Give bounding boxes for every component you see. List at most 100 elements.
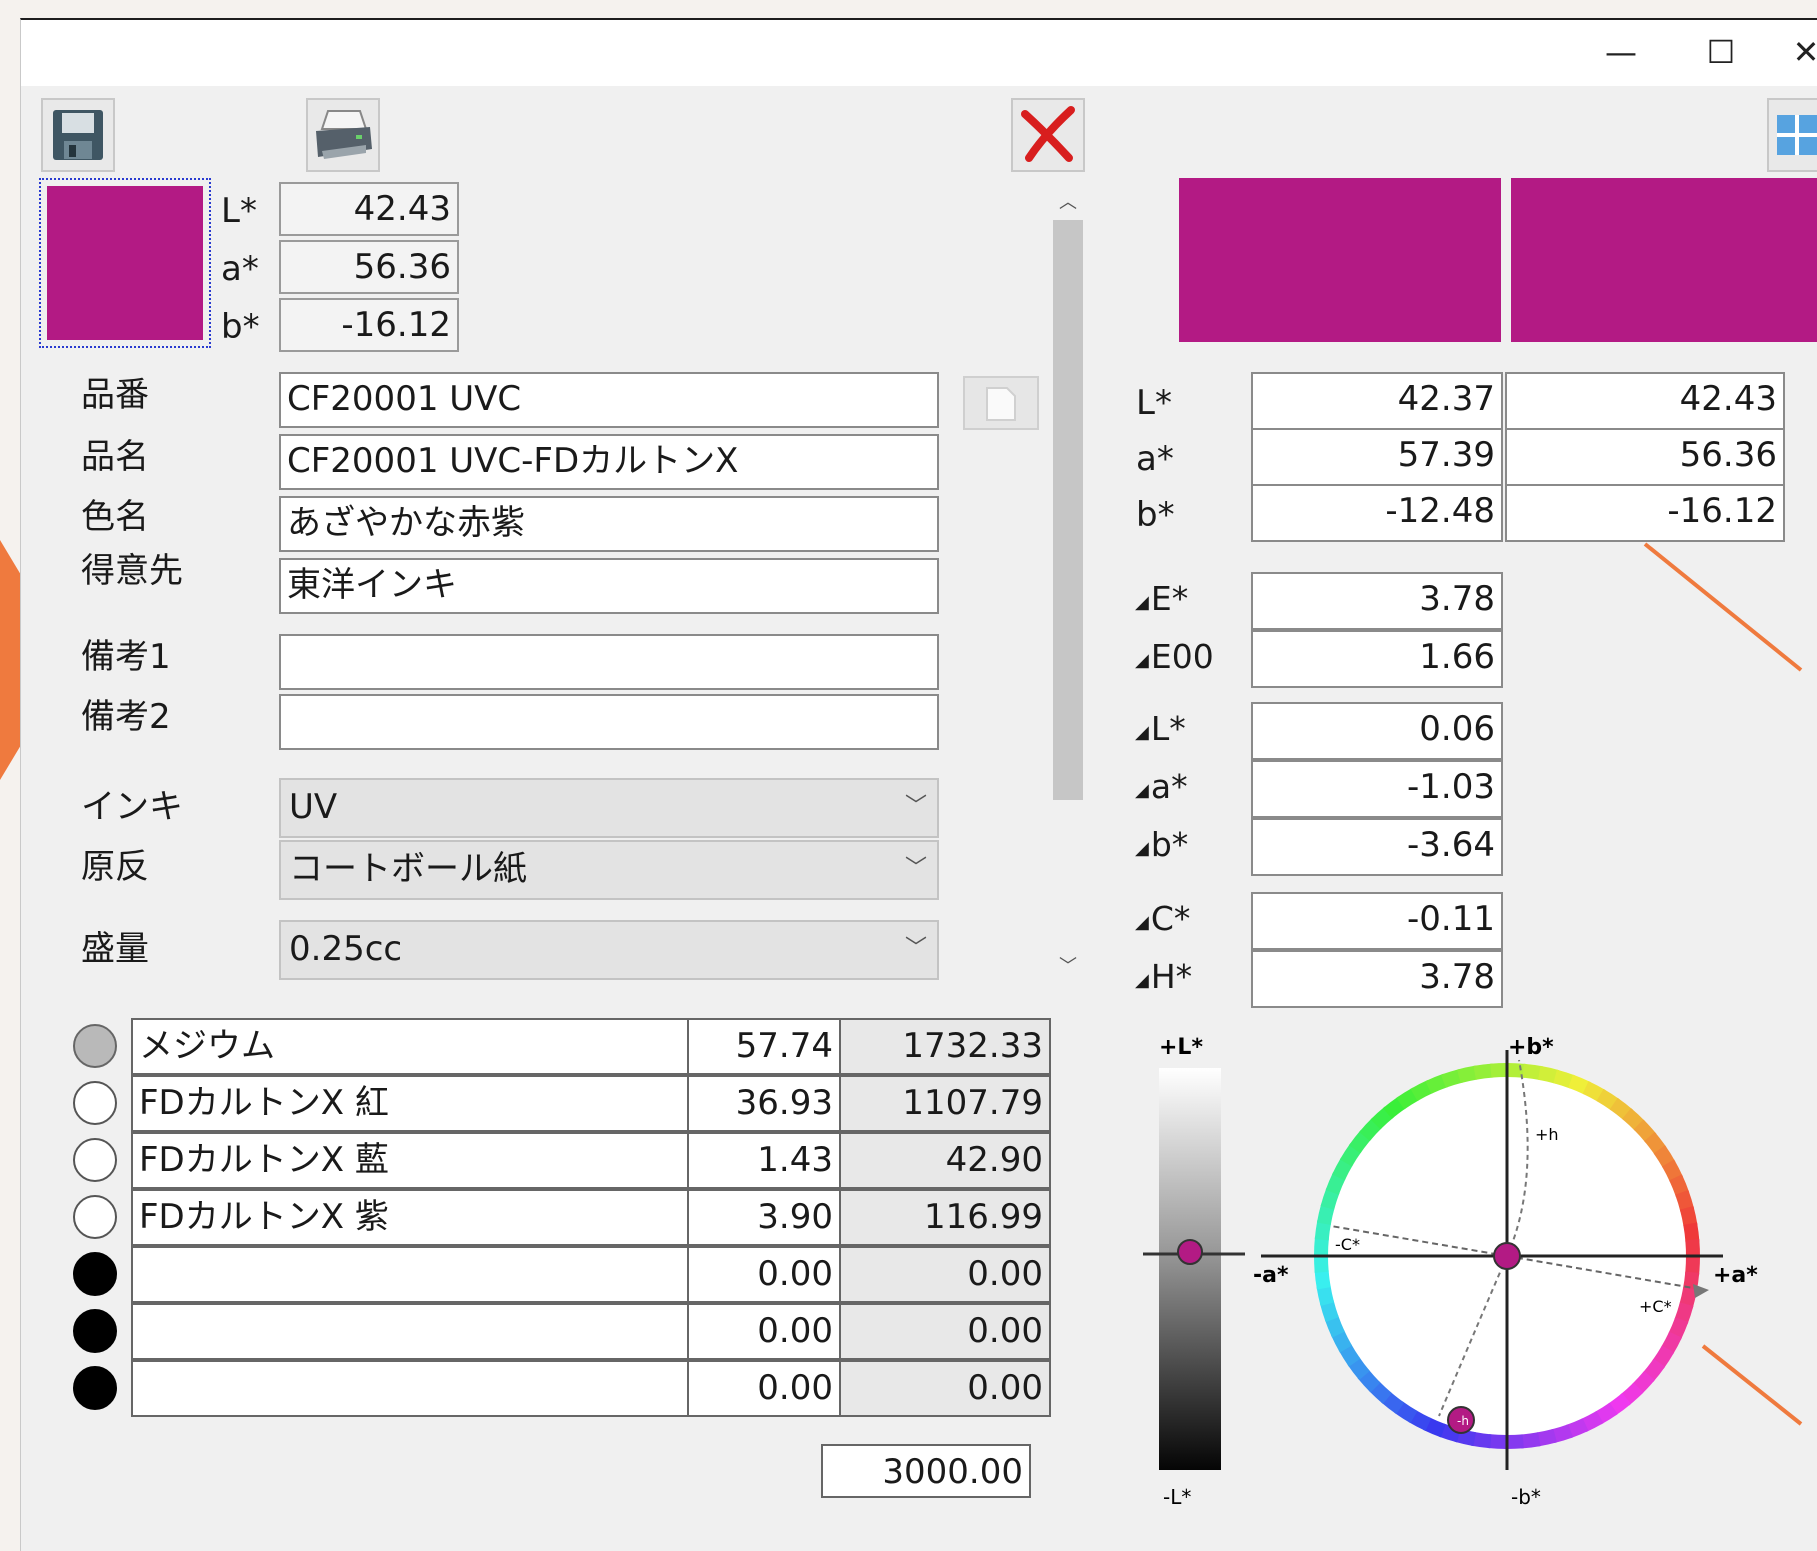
delta-label: ◢H* [1135,952,1192,1006]
field-label-product-name: 品名 [81,437,149,477]
printer-icon [316,110,372,159]
delta-label-text: E00 [1150,637,1214,676]
hue-ring-segment [1316,1284,1335,1306]
recipe-percent[interactable]: 1.43 [687,1132,841,1189]
recipe-percent[interactable]: 36.93 [687,1075,841,1132]
delete-button[interactable] [1011,98,1085,172]
hue-ring-segment [1370,1106,1394,1130]
scroll-down-icon[interactable]: ﹀ [1051,952,1085,978]
recipe-row[interactable]: 0.00 0.00 [51,1303,1051,1360]
form-scrollbar[interactable]: ︿ ﹀ [1051,188,1085,978]
recipe-ink-name[interactable] [131,1360,689,1417]
target-b-value: -12.48 [1251,484,1503,542]
volume-select[interactable]: 0.25cc ﹀ [279,920,939,980]
lightness-marker [1177,1239,1203,1265]
hue-ring-segment [1679,1287,1698,1309]
delta-label-text: E* [1150,579,1189,618]
hue-ring-segment [1679,1206,1698,1228]
hue-ring-segment [1396,1087,1420,1110]
substrate-select[interactable]: コートボール紙 ﹀ [279,840,939,900]
recipe-ink-name[interactable] [131,1303,689,1360]
volume-select-value: 0.25cc [289,929,403,969]
sample-a-value: 56.36 [1505,428,1785,486]
recipe-row-radio[interactable] [73,1195,117,1239]
chevron-down-icon: ﹀ [904,856,927,881]
color-name-field[interactable]: あざやかな赤紫 [279,496,939,552]
recipe-row-radio[interactable] [73,1024,117,1068]
product-code-lookup-button[interactable] [963,376,1039,430]
delta-icon: ◢ [1135,912,1149,933]
scroll-up-icon[interactable]: ︿ [1051,188,1085,214]
compare-label-l: L* [1136,383,1172,423]
recipe-row[interactable]: 0.00 0.00 [51,1246,1051,1303]
hue-ring-segment [1685,1255,1700,1276]
recipe-row-radio[interactable] [73,1138,117,1182]
a-axis-right-label: +a* [1713,1263,1758,1288]
hue-ring-segment [1331,1329,1353,1353]
recipe-row[interactable]: FDカルトンX 紫 3.90 116.99 [51,1189,1051,1246]
field-label-note1: 備考1 [81,637,171,677]
hue-ring-segment [1457,1065,1479,1084]
maximize-button[interactable]: ☐ [1676,20,1766,86]
close-button[interactable]: ✕ [1761,20,1817,86]
hue-ring-segment [1440,1068,1464,1088]
recipe-row[interactable]: メジウム 57.74 1732.33 [51,1018,1051,1075]
delta-label: ◢a* [1135,762,1188,816]
hue-ring-segment [1423,1417,1446,1438]
measured-swatch-frame[interactable] [39,178,211,348]
hue-ring-segment [1506,1063,1527,1078]
recipe-percent[interactable]: 0.00 [687,1303,841,1360]
hue-ring-segment [1661,1159,1683,1183]
delta-label-text: C* [1150,899,1191,938]
recipe-percent[interactable]: 0.00 [687,1360,841,1417]
hue-ring-segment [1669,1174,1690,1198]
recipe-ink-name[interactable]: メジウム [131,1018,689,1075]
recipe-ink-name[interactable]: FDカルトンX 紅 [131,1075,689,1132]
hue-ring-segment [1357,1369,1381,1393]
hue-ring-segment [1550,1424,1574,1444]
recipe-amount: 0.00 [839,1303,1051,1360]
hue-ring-segment [1339,1143,1362,1167]
hue-ring-segment [1394,1401,1418,1424]
product-code-field[interactable]: CF20001 UVC [279,372,939,428]
product-name-field[interactable]: CF20001 UVC-FDカルトンX [279,434,939,490]
hue-ring-segment [1347,1356,1370,1381]
hue-ring-segment [1535,1428,1557,1447]
note2-field[interactable] [279,694,939,750]
recipe-ink-name[interactable]: FDカルトンX 紫 [131,1189,689,1246]
minus-c-label: -C* [1335,1235,1360,1254]
ink-select[interactable]: UV ﹀ [279,778,939,838]
customer-field[interactable]: 東洋インキ [279,558,939,614]
hue-ring-segment [1320,1187,1340,1210]
scrollbar-thumb[interactable] [1053,220,1083,800]
recipe-row-radio[interactable] [73,1081,117,1125]
print-button[interactable] [306,98,380,172]
hue-ring-segment [1668,1317,1689,1340]
plus-c-label: +C* [1639,1297,1672,1316]
recipe-amount: 116.99 [839,1189,1051,1246]
recipe-percent[interactable]: 0.00 [687,1246,841,1303]
recipe-row-radio[interactable] [73,1252,117,1296]
save-button[interactable] [41,98,115,172]
minimize-button[interactable]: — [1576,20,1666,86]
field-label-note2: 備考2 [81,697,171,737]
recipe-row[interactable]: 0.00 0.00 [51,1360,1051,1417]
recipe-ink-name[interactable]: FDカルトンX 藍 [131,1132,689,1189]
layout-button[interactable] [1767,98,1817,172]
app-window: — ☐ ✕ L* a* b* 42.43 56.36 -16.12 品番 CF2… [20,18,1817,1551]
hue-ring-segment [1382,1096,1407,1119]
note1-field[interactable] [279,634,939,690]
hue-ring-segment [1319,1299,1339,1323]
recipe-percent[interactable]: 3.90 [687,1189,841,1246]
delta-value: 1.66 [1251,630,1503,688]
recipe-percent[interactable]: 57.74 [687,1018,841,1075]
recipe-row-radio[interactable] [73,1366,117,1410]
sample-l-value: 42.43 [1505,372,1785,430]
delta-label: ◢E00 [1135,632,1214,686]
recipe-row[interactable]: FDカルトンX 紅 36.93 1107.79 [51,1075,1051,1132]
recipe-row-radio[interactable] [73,1309,117,1353]
combo-label-volume: 盛量 [81,929,149,969]
delta-value: -1.03 [1251,760,1503,818]
recipe-ink-name[interactable] [131,1246,689,1303]
recipe-row[interactable]: FDカルトンX 藍 1.43 42.90 [51,1132,1051,1189]
